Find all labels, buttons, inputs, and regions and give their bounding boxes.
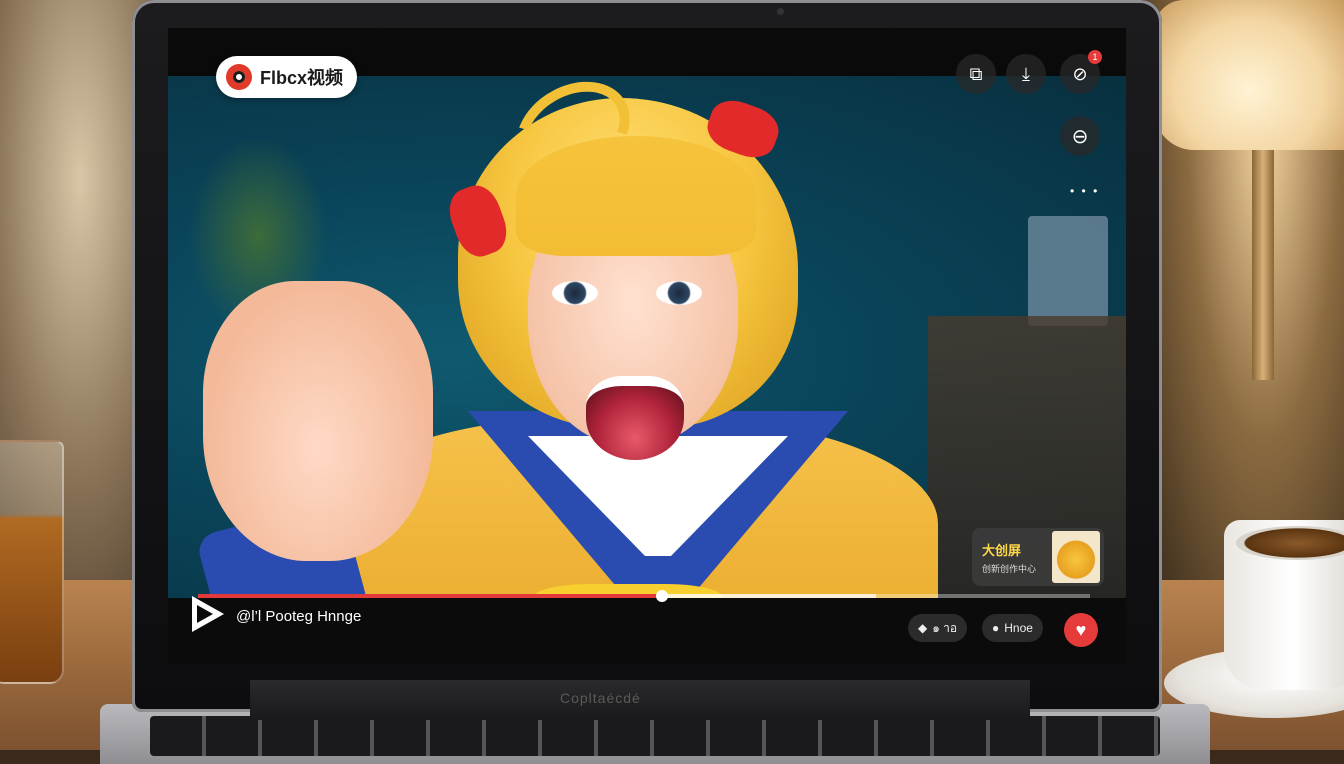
more-options-icon[interactable]: • • • — [1070, 184, 1099, 198]
waving-hand — [203, 281, 433, 561]
progress-knob[interactable] — [655, 590, 668, 602]
laptop-brand: Copltaécdé — [560, 690, 641, 706]
recommendation-title: 大创屏 — [982, 542, 1022, 558]
open-mouth — [586, 376, 684, 460]
right-eye — [656, 281, 702, 305]
download-icon: ⤓ — [1022, 63, 1030, 84]
download-button[interactable]: ⤓ — [1006, 54, 1046, 94]
app-logo[interactable]: Flbcx视频 — [216, 56, 358, 98]
keyboard — [150, 716, 1160, 756]
screen-cast-icon: ⧉ — [969, 63, 983, 84]
cast-button[interactable]: ⧉ — [956, 54, 996, 94]
home-label: Hnoe — [1004, 621, 1033, 635]
recommendation-subtitle: 创新创作中心 — [982, 563, 1037, 574]
play-icon-inner — [197, 605, 213, 623]
globe-icon: ● — [992, 621, 1000, 635]
danmaku-label: ๑ าอ — [932, 620, 958, 635]
logo-text: Flbcx视频 — [260, 68, 344, 88]
minus-circle-icon: ⊖ — [1071, 125, 1089, 148]
recommendation-card[interactable]: 大创屏 创新创作中心 — [972, 528, 1104, 586]
progress-played — [198, 594, 662, 598]
progress-bar[interactable] — [198, 590, 1090, 602]
background-frame — [1028, 216, 1108, 326]
recommendation-thumbnail — [1052, 531, 1100, 583]
background-shelf — [928, 316, 1126, 634]
notifications-button[interactable]: ⊘ 1 — [1060, 50, 1102, 94]
video-player: Flbcx视频 ⧉ ⤓ ⊘ 1 ⊖ • • • 大创屏 创新创作中心 @l’l … — [168, 28, 1126, 664]
home-button[interactable]: ● Hnoe — [982, 614, 1043, 642]
minimize-button[interactable]: ⊖ — [1060, 116, 1100, 156]
heart-icon: ♥ — [1075, 619, 1087, 640]
like-button[interactable]: ♥ — [1064, 613, 1098, 647]
lamp-stem — [1252, 150, 1274, 380]
compass-icon: ⊘ — [1072, 63, 1088, 84]
webcam — [777, 8, 784, 15]
hair-bangs — [516, 136, 756, 256]
danmaku-button[interactable]: ◆ ๑ าอ — [908, 614, 968, 642]
notification-badge: 1 — [1088, 50, 1102, 64]
video-title: @l’l Pooteg Hnnge — [236, 608, 362, 625]
chat-icon: ◆ — [918, 621, 928, 635]
left-eye — [552, 281, 598, 305]
logo-eye-icon — [226, 64, 252, 90]
lamp-shade — [1154, 0, 1344, 150]
tea-glass — [0, 440, 64, 684]
